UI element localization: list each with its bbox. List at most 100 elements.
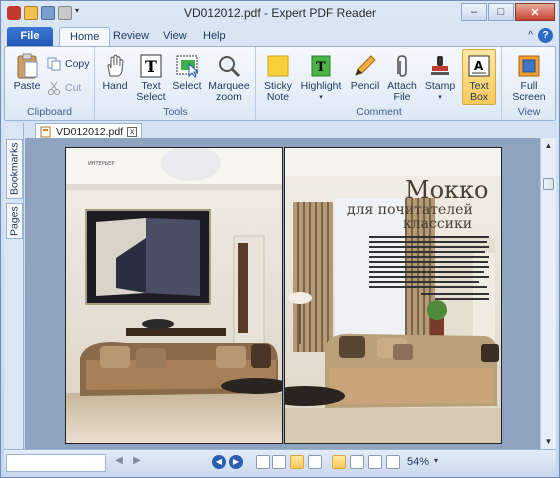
page-right-image: Мокко для почитателей классики: [265, 148, 501, 443]
document-tab[interactable]: VD012012.pdf x: [35, 123, 143, 139]
cut-button[interactable]: Cut: [47, 81, 81, 95]
text-select-button[interactable]: T Text Select: [134, 53, 168, 103]
app-window: ▾ VD012012.pdf - Expert PDF Reader – □ ✕…: [0, 0, 560, 478]
group-comment: Sticky Note T Highlight ▾ Pencil Attach: [257, 47, 502, 120]
text-select-label: Text Select: [136, 80, 166, 103]
single-page-icon[interactable]: [256, 455, 270, 469]
close-button[interactable]: ✕: [515, 3, 555, 21]
stamp-dropdown-icon: ▾: [438, 94, 442, 101]
tab-file[interactable]: File: [7, 27, 53, 47]
fit-page-icon[interactable]: [332, 455, 346, 469]
scroll-down-icon[interactable]: ▼: [541, 434, 556, 449]
tab-help[interactable]: Help: [193, 27, 236, 47]
page-right: Мокко для почитателей классики: [265, 147, 502, 444]
document-tabs: VD012012.pdf x: [25, 123, 537, 139]
copy-button[interactable]: Copy: [47, 57, 90, 71]
group-tools: Hand T Text Select Select Marquee zoom T…: [96, 47, 256, 120]
pencil-button[interactable]: Pencil: [349, 53, 381, 92]
select-icon: [174, 53, 200, 79]
title-bar: ▾ VD012012.pdf - Expert PDF Reader – □ ✕: [1, 1, 559, 25]
two-page-continuous-icon[interactable]: [308, 455, 322, 469]
full-screen-label: Full Screen: [512, 80, 546, 103]
cut-label: Cut: [65, 82, 82, 94]
view-group-label: View: [517, 106, 541, 118]
close-document-icon[interactable]: x: [127, 126, 138, 137]
paperclip-icon: [389, 53, 415, 79]
sticky-note-label: Sticky Note: [263, 80, 292, 103]
paste-icon: [14, 53, 40, 79]
help-icon[interactable]: ?: [538, 28, 553, 43]
ribbon: Paste Copy Cut Clipboard Hand T Text Sel…: [4, 46, 556, 121]
document-tab-label: VD012012.pdf: [56, 125, 124, 138]
hand-label: Hand: [102, 80, 128, 92]
pencil-icon: [352, 53, 378, 79]
magazine-title-1: Мокко: [405, 176, 488, 204]
continuous-page-icon[interactable]: [272, 455, 286, 469]
attach-file-button[interactable]: Attach File: [385, 53, 419, 103]
minimize-button[interactable]: –: [461, 3, 487, 21]
side-panel: Bookmarks Pages: [4, 123, 24, 449]
back-icon[interactable]: ◀: [212, 455, 226, 469]
two-page-icon[interactable]: [290, 455, 304, 469]
vertical-scrollbar[interactable]: ▲ ▼: [540, 138, 556, 449]
full-screen-button[interactable]: Full Screen: [507, 53, 551, 103]
status-bar: ◀ ▶ ◀ ▶ 54% ▾: [4, 449, 556, 477]
tab-review[interactable]: Review: [103, 27, 159, 47]
magnifier-icon: [216, 53, 242, 79]
attach-file-label: Attach File: [387, 80, 417, 103]
group-clipboard: Paste Copy Cut Clipboard: [5, 47, 95, 120]
copy-label: Copy: [65, 58, 90, 70]
zoom-menu-icon[interactable]: [386, 455, 400, 469]
tools-group-label: Tools: [163, 106, 188, 118]
scroll-thumb[interactable]: [543, 178, 554, 190]
stamp-icon: [427, 53, 453, 79]
zoom-level[interactable]: 54%: [407, 456, 429, 468]
paste-button[interactable]: Paste: [11, 53, 43, 92]
clipboard-group-label: Clipboard: [27, 106, 72, 118]
magazine-header: ИНТЕРЬЕР: [88, 161, 114, 167]
svg-text:T: T: [145, 57, 157, 76]
tab-view[interactable]: View: [153, 27, 197, 47]
window-controls: – □ ✕: [461, 3, 555, 21]
marquee-zoom-button[interactable]: Marquee zoom: [206, 53, 252, 103]
scroll-up-icon[interactable]: ▲: [541, 138, 556, 153]
select-button[interactable]: Select: [172, 53, 202, 92]
stamp-button[interactable]: Stamp ▾: [423, 53, 457, 103]
cut-icon: [48, 81, 60, 95]
text-box-label: Text Box: [469, 80, 489, 103]
comment-group-label: Comment: [356, 106, 402, 118]
page-number-input[interactable]: [6, 454, 106, 472]
highlight-dropdown-icon: ▾: [319, 94, 323, 101]
ribbon-tabs: File Home Review View Help ^ ?: [1, 25, 559, 47]
highlighter-icon: T: [308, 53, 334, 79]
svg-text:T: T: [316, 60, 326, 75]
tab-bookmarks[interactable]: Bookmarks: [6, 139, 23, 199]
ribbon-minimize-icon[interactable]: ^: [528, 30, 533, 41]
group-view: Full Screen View: [503, 47, 555, 120]
prev-page-icon[interactable]: ◀: [112, 455, 126, 469]
pencil-label: Pencil: [350, 80, 380, 92]
actual-size-icon[interactable]: [368, 455, 382, 469]
maximize-button[interactable]: □: [488, 3, 514, 21]
magazine-title-3: классики: [403, 216, 472, 232]
tab-pages[interactable]: Pages: [6, 203, 23, 239]
paste-label: Paste: [13, 80, 41, 92]
pdf-file-icon: [40, 126, 51, 137]
full-screen-icon: [516, 53, 542, 79]
next-page-icon[interactable]: ▶: [130, 455, 144, 469]
sticky-note-button[interactable]: Sticky Note: [261, 53, 295, 103]
page-left: ИНТЕРЬЕР: [65, 145, 291, 444]
hand-icon: [102, 53, 128, 79]
zoom-dropdown-icon[interactable]: ▾: [434, 456, 438, 465]
copy-icon: [47, 57, 61, 71]
page-left-image: ИНТЕРЬЕР: [66, 145, 291, 443]
forward-icon[interactable]: ▶: [229, 455, 243, 469]
text-box-icon: A: [466, 53, 492, 79]
highlight-button[interactable]: T Highlight ▾: [299, 53, 343, 103]
fit-width-icon[interactable]: [350, 455, 364, 469]
text-select-icon: T: [138, 53, 164, 79]
marquee-zoom-label: Marquee zoom: [208, 80, 250, 103]
sticky-note-icon: [265, 53, 291, 79]
text-box-button[interactable]: A Text Box: [462, 49, 496, 105]
hand-button[interactable]: Hand: [100, 53, 130, 92]
